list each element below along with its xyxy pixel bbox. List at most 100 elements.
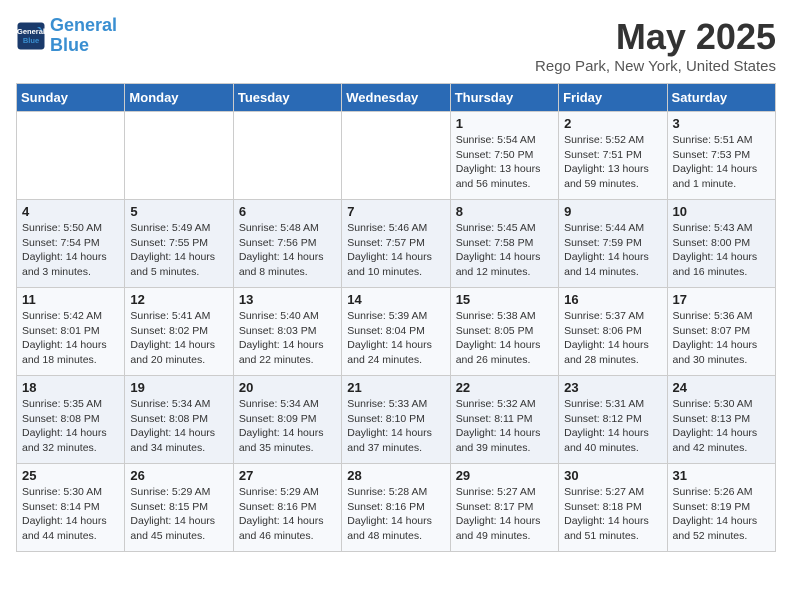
day-info: Sunrise: 5:35 AM Sunset: 8:08 PM Dayligh… bbox=[22, 397, 119, 456]
day-number: 27 bbox=[239, 468, 336, 483]
day-number: 17 bbox=[673, 292, 770, 307]
day-cell: 29 Sunrise: 5:27 AM Sunset: 8:17 PM Dayli… bbox=[450, 464, 558, 552]
day-cell: 12Sunrise: 5:41 AM Sunset: 8:02 PM Dayli… bbox=[125, 288, 233, 376]
day-cell: 6 Sunrise: 5:48 AM Sunset: 7:56 PM Daylig… bbox=[233, 200, 341, 288]
logo-text: General Blue bbox=[50, 16, 117, 56]
title-block: May 2025 Rego Park, New York, United Sta… bbox=[535, 16, 776, 75]
day-info: Sunrise: 5:46 AM Sunset: 7:57 PM Dayligh… bbox=[347, 221, 444, 280]
day-cell: 16Sunrise: 5:37 AM Sunset: 8:06 PM Dayli… bbox=[559, 288, 667, 376]
day-info: Sunrise: 5:48 AM Sunset: 7:56 PM Dayligh… bbox=[239, 221, 336, 280]
day-number: 2 bbox=[564, 116, 661, 131]
day-cell: 5 Sunrise: 5:49 AM Sunset: 7:55 PM Daylig… bbox=[125, 200, 233, 288]
day-cell: 2 Sunrise: 5:52 AM Sunset: 7:51 PM Daylig… bbox=[559, 112, 667, 200]
week-row-3: 11Sunrise: 5:42 AM Sunset: 8:01 PM Dayli… bbox=[17, 288, 776, 376]
week-row-2: 4Sunrise: 5:50 AM Sunset: 7:54 PM Daylig… bbox=[17, 200, 776, 288]
day-number: 6 bbox=[239, 204, 336, 219]
day-cell: 19 Sunrise: 5:34 AM Sunset: 8:08 PM Dayli… bbox=[125, 376, 233, 464]
day-number: 1 bbox=[456, 116, 553, 131]
day-cell: 20 Sunrise: 5:34 AM Sunset: 8:09 PM Dayli… bbox=[233, 376, 341, 464]
day-number: 3 bbox=[673, 116, 770, 131]
day-number: 13 bbox=[239, 292, 336, 307]
header-tuesday: Tuesday bbox=[233, 84, 341, 112]
logo-blue: Blue bbox=[50, 35, 89, 55]
logo-icon: General Blue bbox=[16, 21, 46, 51]
day-cell: 4Sunrise: 5:50 AM Sunset: 7:54 PM Daylig… bbox=[17, 200, 125, 288]
day-info: Sunrise: 5:54 AM Sunset: 7:50 PM Dayligh… bbox=[456, 133, 553, 192]
day-cell: 22Sunrise: 5:32 AM Sunset: 8:11 PM Dayli… bbox=[450, 376, 558, 464]
day-cell: 28Sunrise: 5:28 AM Sunset: 8:16 PM Dayli… bbox=[342, 464, 450, 552]
day-info: Sunrise: 5:30 AM Sunset: 8:13 PM Dayligh… bbox=[673, 397, 770, 456]
day-info: Sunrise: 5:33 AM Sunset: 8:10 PM Dayligh… bbox=[347, 397, 444, 456]
day-cell: 13 Sunrise: 5:40 AM Sunset: 8:03 PM Dayli… bbox=[233, 288, 341, 376]
page-header: General Blue General Blue May 2025 Rego … bbox=[16, 16, 776, 75]
day-info: Sunrise: 5:45 AM Sunset: 7:58 PM Dayligh… bbox=[456, 221, 553, 280]
day-cell: 17 Sunrise: 5:36 AM Sunset: 8:07 PM Dayli… bbox=[667, 288, 775, 376]
day-info: Sunrise: 5:27 AM Sunset: 8:18 PM Dayligh… bbox=[564, 485, 661, 544]
header-friday: Friday bbox=[559, 84, 667, 112]
day-cell bbox=[125, 112, 233, 200]
day-cell: 9Sunrise: 5:44 AM Sunset: 7:59 PM Daylig… bbox=[559, 200, 667, 288]
day-cell: 1 Sunrise: 5:54 AM Sunset: 7:50 PM Daylig… bbox=[450, 112, 558, 200]
header-wednesday: Wednesday bbox=[342, 84, 450, 112]
day-number: 5 bbox=[130, 204, 227, 219]
day-cell: 8 Sunrise: 5:45 AM Sunset: 7:58 PM Daylig… bbox=[450, 200, 558, 288]
day-number: 21 bbox=[347, 380, 444, 395]
location-subtitle: Rego Park, New York, United States bbox=[535, 58, 776, 75]
day-info: Sunrise: 5:27 AM Sunset: 8:17 PM Dayligh… bbox=[456, 485, 553, 544]
day-number: 16 bbox=[564, 292, 661, 307]
day-info: Sunrise: 5:34 AM Sunset: 8:09 PM Dayligh… bbox=[239, 397, 336, 456]
day-info: Sunrise: 5:39 AM Sunset: 8:04 PM Dayligh… bbox=[347, 309, 444, 368]
day-info: Sunrise: 5:38 AM Sunset: 8:05 PM Dayligh… bbox=[456, 309, 553, 368]
logo: General Blue General Blue bbox=[16, 16, 117, 56]
day-number: 8 bbox=[456, 204, 553, 219]
day-info: Sunrise: 5:43 AM Sunset: 8:00 PM Dayligh… bbox=[673, 221, 770, 280]
day-number: 24 bbox=[673, 380, 770, 395]
day-number: 4 bbox=[22, 204, 119, 219]
day-info: Sunrise: 5:40 AM Sunset: 8:03 PM Dayligh… bbox=[239, 309, 336, 368]
day-number: 18 bbox=[22, 380, 119, 395]
day-number: 20 bbox=[239, 380, 336, 395]
day-cell: 25Sunrise: 5:30 AM Sunset: 8:14 PM Dayli… bbox=[17, 464, 125, 552]
day-info: Sunrise: 5:49 AM Sunset: 7:55 PM Dayligh… bbox=[130, 221, 227, 280]
day-number: 12 bbox=[130, 292, 227, 307]
day-cell: 11Sunrise: 5:42 AM Sunset: 8:01 PM Dayli… bbox=[17, 288, 125, 376]
day-info: Sunrise: 5:26 AM Sunset: 8:19 PM Dayligh… bbox=[673, 485, 770, 544]
day-number: 15 bbox=[456, 292, 553, 307]
svg-text:General: General bbox=[17, 27, 45, 36]
day-number: 11 bbox=[22, 292, 119, 307]
day-info: Sunrise: 5:36 AM Sunset: 8:07 PM Dayligh… bbox=[673, 309, 770, 368]
day-number: 31 bbox=[673, 468, 770, 483]
day-cell: 15 Sunrise: 5:38 AM Sunset: 8:05 PM Dayli… bbox=[450, 288, 558, 376]
day-cell bbox=[17, 112, 125, 200]
day-cell: 7Sunrise: 5:46 AM Sunset: 7:57 PM Daylig… bbox=[342, 200, 450, 288]
header-thursday: Thursday bbox=[450, 84, 558, 112]
day-cell: 30Sunrise: 5:27 AM Sunset: 8:18 PM Dayli… bbox=[559, 464, 667, 552]
logo-general: General bbox=[50, 15, 117, 35]
day-cell: 18 Sunrise: 5:35 AM Sunset: 8:08 PM Dayli… bbox=[17, 376, 125, 464]
month-title: May 2025 bbox=[535, 16, 776, 58]
day-number: 10 bbox=[673, 204, 770, 219]
day-cell: 27 Sunrise: 5:29 AM Sunset: 8:16 PM Dayli… bbox=[233, 464, 341, 552]
header-monday: Monday bbox=[125, 84, 233, 112]
header-sunday: Sunday bbox=[17, 84, 125, 112]
day-cell: 26 Sunrise: 5:29 AM Sunset: 8:15 PM Dayli… bbox=[125, 464, 233, 552]
day-cell bbox=[342, 112, 450, 200]
header-row: SundayMondayTuesdayWednesdayThursdayFrid… bbox=[17, 84, 776, 112]
day-number: 23 bbox=[564, 380, 661, 395]
day-cell: 3 Sunrise: 5:51 AM Sunset: 7:53 PM Daylig… bbox=[667, 112, 775, 200]
day-number: 22 bbox=[456, 380, 553, 395]
day-cell: 10 Sunrise: 5:43 AM Sunset: 8:00 PM Dayli… bbox=[667, 200, 775, 288]
day-info: Sunrise: 5:52 AM Sunset: 7:51 PM Dayligh… bbox=[564, 133, 661, 192]
day-number: 19 bbox=[130, 380, 227, 395]
week-row-5: 25Sunrise: 5:30 AM Sunset: 8:14 PM Dayli… bbox=[17, 464, 776, 552]
day-info: Sunrise: 5:51 AM Sunset: 7:53 PM Dayligh… bbox=[673, 133, 770, 192]
day-info: Sunrise: 5:34 AM Sunset: 8:08 PM Dayligh… bbox=[130, 397, 227, 456]
day-info: Sunrise: 5:30 AM Sunset: 8:14 PM Dayligh… bbox=[22, 485, 119, 544]
day-cell: 14Sunrise: 5:39 AM Sunset: 8:04 PM Dayli… bbox=[342, 288, 450, 376]
day-info: Sunrise: 5:44 AM Sunset: 7:59 PM Dayligh… bbox=[564, 221, 661, 280]
day-info: Sunrise: 5:29 AM Sunset: 8:16 PM Dayligh… bbox=[239, 485, 336, 544]
day-number: 29 bbox=[456, 468, 553, 483]
day-cell: 31 Sunrise: 5:26 AM Sunset: 8:19 PM Dayli… bbox=[667, 464, 775, 552]
day-info: Sunrise: 5:29 AM Sunset: 8:15 PM Dayligh… bbox=[130, 485, 227, 544]
day-number: 26 bbox=[130, 468, 227, 483]
